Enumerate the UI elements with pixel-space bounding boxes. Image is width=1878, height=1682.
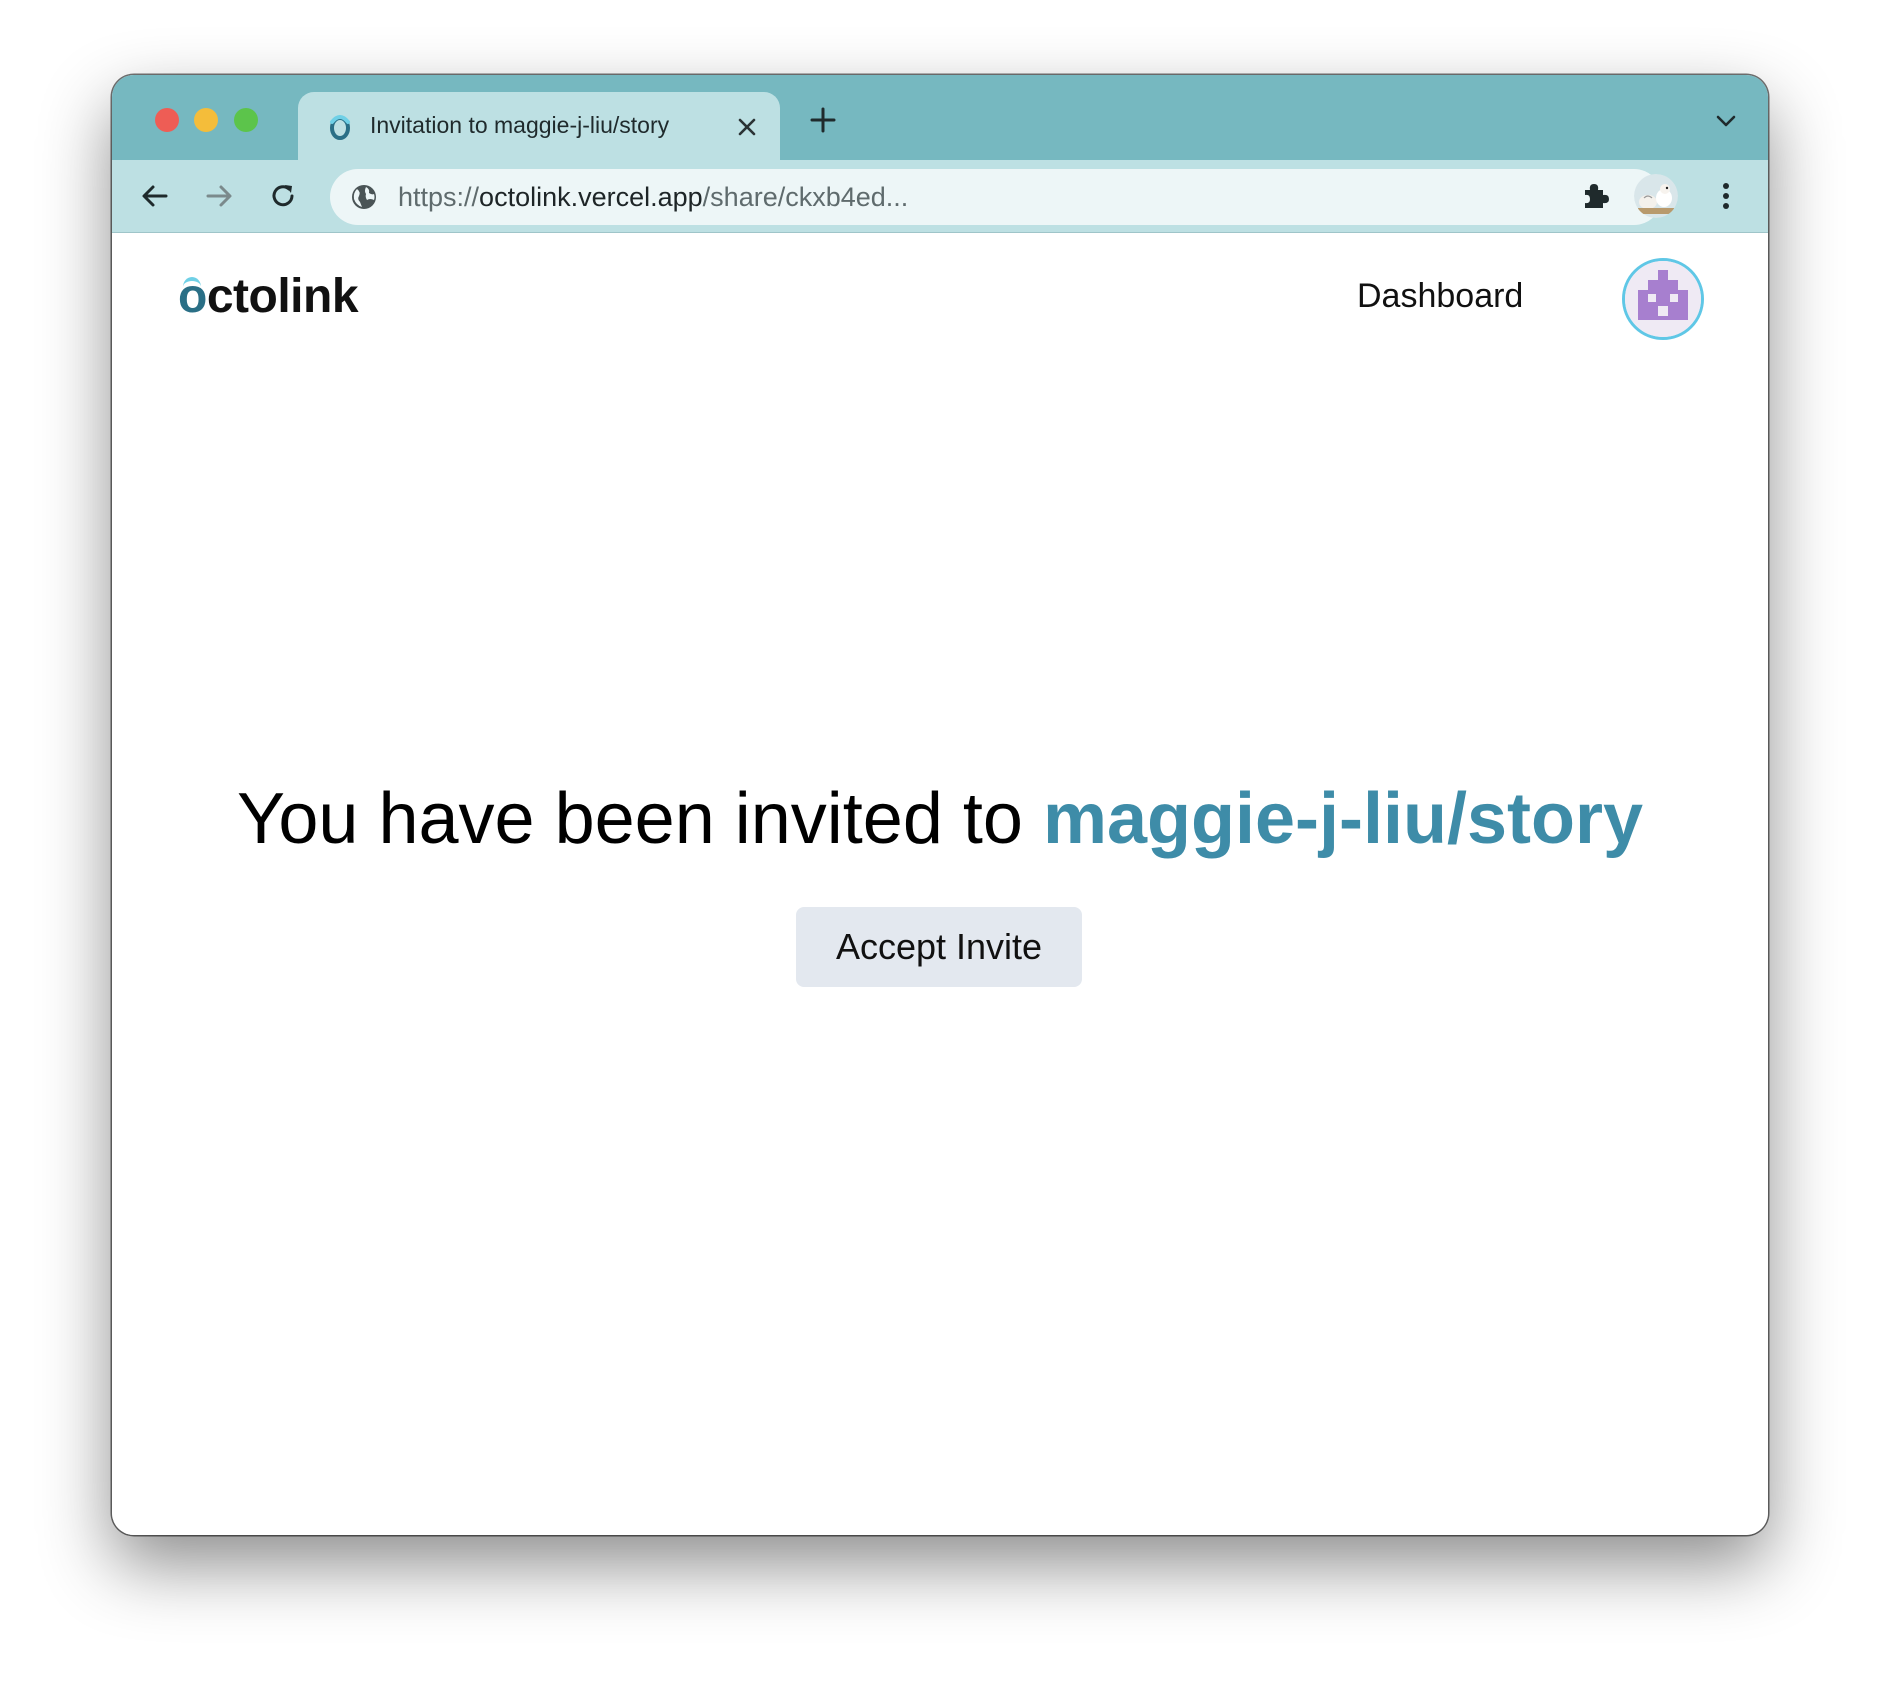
browser-window: Invitation to maggie-j-liu/story https:/… bbox=[112, 75, 1768, 1535]
puzzle-icon[interactable] bbox=[1577, 178, 1613, 214]
invite-headline: You have been invited to maggie-j-liu/st… bbox=[112, 778, 1768, 860]
repo-name: maggie-j-liu/story bbox=[1042, 779, 1644, 859]
dashboard-link[interactable]: Dashboard bbox=[1357, 277, 1523, 316]
back-arrow-icon[interactable] bbox=[138, 179, 172, 213]
browser-tab-active[interactable]: Invitation to maggie-j-liu/story bbox=[298, 92, 780, 160]
identicon-avatar-icon bbox=[1625, 261, 1701, 337]
accept-invite-button[interactable]: Accept Invite bbox=[796, 907, 1082, 987]
url-path: /share/ckxb4ed... bbox=[702, 182, 909, 212]
octolink-logo[interactable]: octolink bbox=[178, 269, 359, 324]
globe-icon[interactable] bbox=[350, 183, 378, 211]
octolink-favicon-icon bbox=[330, 115, 350, 140]
address-bar[interactable]: https://octolink.vercel.app/share/ckxb4e… bbox=[330, 169, 1662, 225]
reload-icon[interactable] bbox=[266, 179, 300, 213]
plus-icon[interactable] bbox=[808, 105, 838, 135]
url-host: octolink.vercel.app bbox=[479, 182, 703, 212]
forward-arrow-icon[interactable] bbox=[202, 179, 236, 213]
invite-text: You have been invited to bbox=[236, 779, 1043, 859]
minimize-window-button[interactable] bbox=[194, 108, 218, 132]
close-window-button[interactable] bbox=[155, 108, 179, 132]
tab-strip: Invitation to maggie-j-liu/story bbox=[112, 75, 1768, 160]
page-content: octolink Dashboard You have been invited… bbox=[112, 233, 1768, 1535]
logo-o-mark: o bbox=[178, 270, 207, 323]
tab-title: Invitation to maggie-j-liu/story bbox=[370, 112, 670, 138]
logo-wordmark: ctolink bbox=[206, 270, 359, 323]
profile-avatar-icon[interactable] bbox=[1634, 174, 1678, 218]
close-icon[interactable] bbox=[734, 114, 760, 140]
browser-toolbar: https://octolink.vercel.app/share/ckxb4e… bbox=[112, 160, 1768, 233]
chevron-down-icon[interactable] bbox=[1714, 109, 1738, 133]
url-text: https://octolink.vercel.app/share/ckxb4e… bbox=[398, 182, 908, 213]
url-scheme: https:// bbox=[398, 182, 480, 212]
maximize-window-button[interactable] bbox=[234, 108, 258, 132]
kebab-menu-icon[interactable] bbox=[1718, 180, 1734, 212]
user-avatar[interactable] bbox=[1622, 258, 1704, 340]
